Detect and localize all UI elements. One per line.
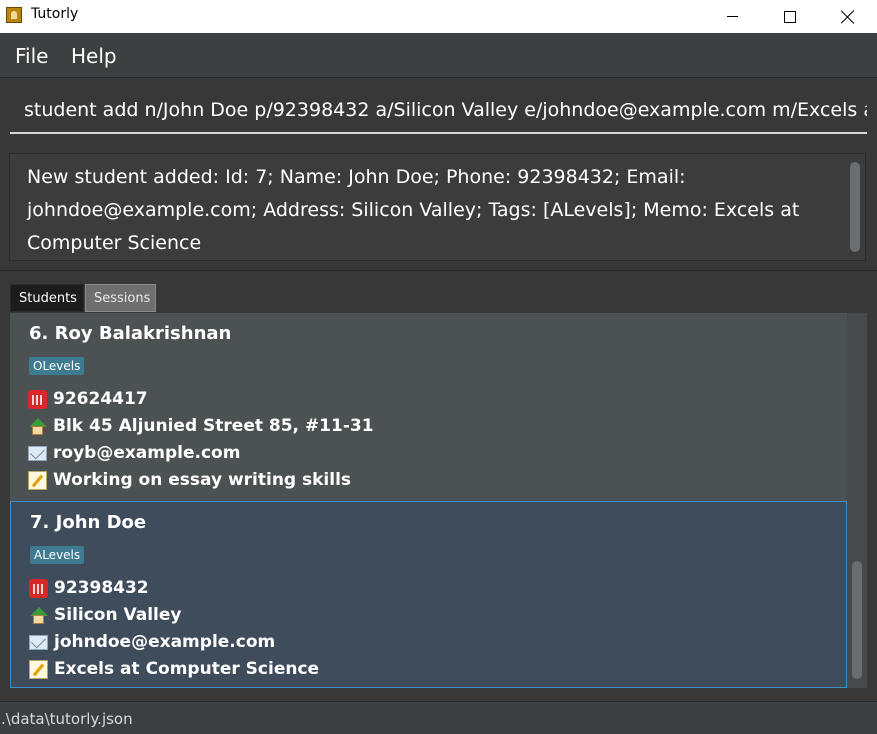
student-address: Silicon Valley — [54, 605, 182, 625]
menu-help[interactable]: Help — [71, 44, 117, 68]
student-list: 6. Roy Balakrishnan OLevels 92624417 Blk… — [10, 313, 867, 688]
memo-row: Working on essay writing skills — [28, 468, 351, 492]
phone-icon — [28, 389, 47, 409]
address-row: Silicon Valley — [29, 603, 181, 627]
student-address: Blk 45 Aljunied Street 85, #11-31 — [53, 416, 374, 436]
home-icon — [28, 417, 47, 436]
menu-file[interactable]: File — [15, 44, 48, 68]
command-panel: student add n/John Doe p/92398432 a/Sili… — [0, 78, 877, 144]
student-phone: 92624417 — [53, 389, 148, 409]
minimize-icon — [726, 16, 738, 17]
home-icon — [29, 606, 48, 625]
window-title: Tutorly — [31, 6, 79, 22]
email-row: johndoe@example.com — [29, 630, 275, 654]
address-row: Blk 45 Aljunied Street 85, #11-31 — [28, 414, 374, 438]
result-display[interactable]: New student added: Id: 7; Name: John Doe… — [9, 153, 866, 261]
email-row: royb@example.com — [28, 441, 240, 465]
close-button[interactable] — [819, 0, 877, 33]
memo-row: Excels at Computer Science — [29, 657, 319, 681]
phone-row: 92624417 — [28, 387, 148, 411]
student-tag: OLevels — [29, 357, 85, 375]
student-phone: 92398432 — [54, 578, 149, 598]
app-icon — [6, 7, 22, 23]
mail-icon — [29, 634, 48, 650]
minimize-button[interactable] — [703, 0, 761, 33]
student-card-selected[interactable]: 7. John Doe ALevels 92398432 Silicon Val… — [10, 501, 847, 688]
status-bar: .\data\tutorly.json — [0, 701, 877, 734]
tab-students[interactable]: Students — [10, 284, 84, 312]
maximize-icon — [784, 10, 796, 23]
result-message: New student added: Id: 7; Name: John Doe… — [27, 166, 800, 254]
student-email: royb@example.com — [53, 443, 241, 463]
command-input[interactable]: student add n/John Doe p/92398432 a/Sili… — [10, 88, 867, 134]
tab-sessions[interactable]: Sessions — [85, 284, 156, 312]
result-scrollbar[interactable] — [850, 162, 860, 252]
list-scrollbar[interactable] — [852, 561, 862, 679]
mail-icon — [28, 445, 47, 461]
student-tag: ALevels — [30, 546, 85, 564]
save-file-path: .\data\tutorly.json — [1, 710, 133, 728]
student-name: 6. Roy Balakrishnan — [29, 323, 232, 344]
list-panel: Students Sessions 6. Roy Balakrishnan OL… — [0, 271, 877, 701]
phone-icon — [29, 578, 48, 598]
student-email: johndoe@example.com — [54, 632, 276, 652]
student-memo: Excels at Computer Science — [54, 659, 320, 679]
result-panel: New student added: Id: 7; Name: John Doe… — [0, 144, 877, 272]
student-memo: Working on essay writing skills — [53, 470, 352, 490]
command-input-text: student add n/John Doe p/92398432 a/Sili… — [24, 99, 867, 121]
student-name: 7. John Doe — [30, 512, 147, 533]
phone-row: 92398432 — [29, 576, 149, 600]
memo-icon — [29, 659, 48, 679]
menu-bar: File Help — [0, 33, 877, 78]
maximize-button[interactable] — [761, 0, 819, 33]
title-bar: Tutorly — [0, 0, 877, 33]
memo-icon — [28, 470, 47, 490]
close-icon — [841, 10, 855, 24]
student-card[interactable]: 6. Roy Balakrishnan OLevels 92624417 Blk… — [10, 313, 847, 501]
